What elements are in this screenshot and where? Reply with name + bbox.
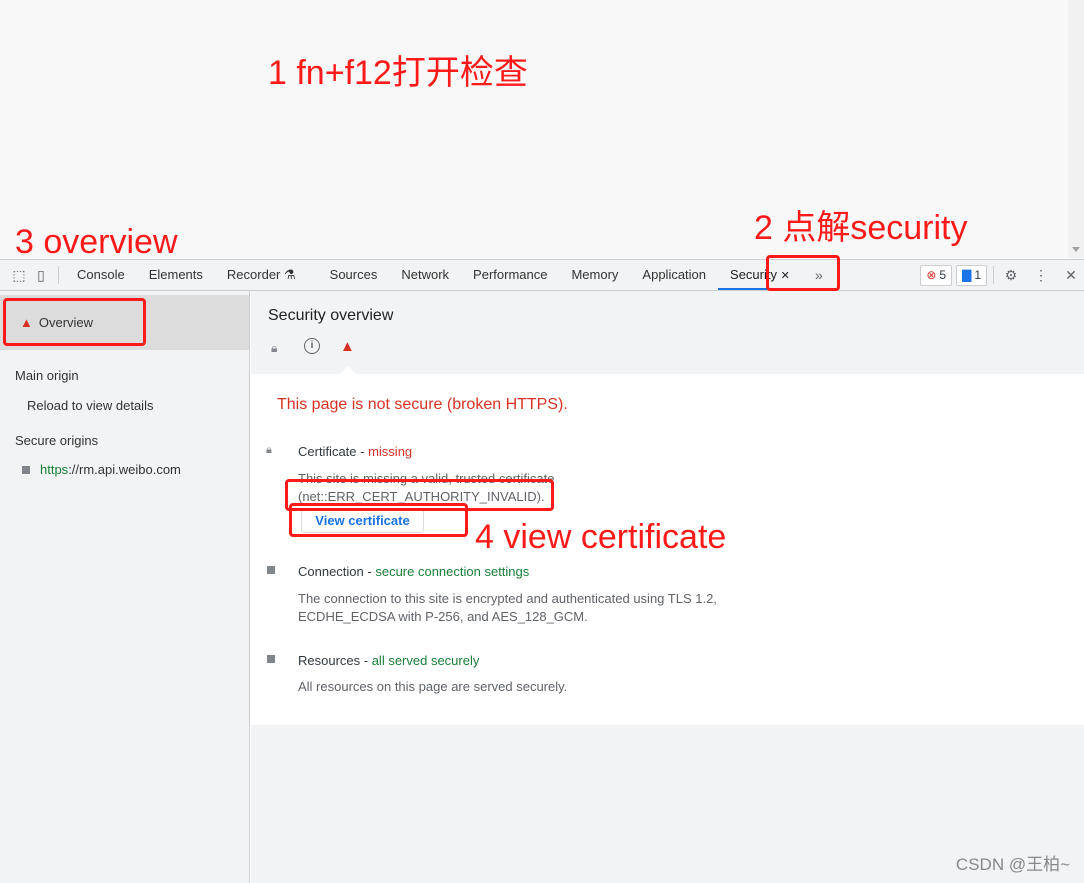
connection-heading: Connection - secure connection settings — [298, 564, 529, 579]
annotation-step1: 1 fn+f12打开检查 — [268, 54, 528, 92]
divider — [993, 266, 994, 284]
more-options-icon[interactable]: ⋮ — [1030, 264, 1052, 286]
warning-icon: ▲ — [340, 338, 355, 355]
lock-icon: 🔒︎ — [271, 341, 278, 355]
separator: - — [360, 653, 372, 668]
line: ECDHE_ECDSA with P-256, and AES_128_GCM. — [298, 609, 588, 624]
page-title: Security overview — [268, 307, 394, 324]
lock-icon: 🔒︎ — [266, 444, 272, 456]
annotation-step2: 2 点解security — [754, 209, 968, 247]
certificate-heading: Certificate - missing — [298, 444, 412, 459]
devtools-toolbar: ⬚ ▯ Console Elements Recorder ⚗ Sources … — [0, 259, 1084, 291]
scroll-down-arrow-icon[interactable] — [1072, 247, 1080, 252]
sidebar-item-reload[interactable]: Reload to view details — [27, 398, 153, 413]
info-icon: i — [304, 338, 320, 354]
divider — [58, 266, 59, 284]
device-toolbar-icon[interactable]: ▯ — [30, 264, 52, 286]
main-origin-heading: Main origin — [15, 368, 79, 383]
inspect-element-icon[interactable]: ⬚ — [8, 264, 30, 286]
errors-badge[interactable]: ⊗ 5 — [920, 264, 953, 286]
secure-square-icon — [22, 465, 30, 474]
separator: - — [356, 444, 369, 459]
certificate-status: missing — [368, 444, 413, 459]
secure-square-icon — [267, 655, 275, 663]
watermark: CSDN @王柏~ — [955, 855, 1070, 874]
tab-sources[interactable]: Sources — [318, 260, 390, 290]
tab-performance[interactable]: Performance — [461, 260, 559, 290]
secure-origins-heading: Secure origins — [15, 433, 99, 448]
security-overview-header: Security overview 🔒︎ i ▲ — [251, 291, 1084, 374]
highlight-box-overview — [3, 298, 146, 346]
origin-scheme: https — [40, 462, 69, 477]
resources-heading: Resources - all served securely — [298, 653, 479, 668]
selection-pointer — [340, 366, 356, 374]
gear-icon[interactable]: ⚙ — [1000, 264, 1022, 286]
connection-description: The connection to this site is encrypted… — [298, 590, 717, 626]
tab-console[interactable]: Console — [65, 260, 137, 290]
label: Certificate — [298, 444, 357, 459]
sidebar-item-origin[interactable]: https://rm.api.weibo.com — [22, 462, 181, 477]
line: The connection to this site is encrypted… — [298, 591, 717, 606]
tab-network[interactable]: Network — [389, 260, 461, 290]
page-scrollbar[interactable] — [1068, 0, 1084, 258]
secure-square-icon — [267, 566, 275, 574]
highlight-box-view-certificate — [289, 503, 468, 537]
resources-description: All resources on this page are served se… — [298, 679, 568, 694]
separator: - — [363, 564, 376, 579]
connection-status: secure connection settings — [375, 564, 530, 579]
summary-text: This page is not secure (broken HTTPS). — [277, 396, 568, 413]
errors-count: 5 — [939, 268, 947, 282]
origin-url: https://rm.api.weibo.com — [40, 462, 181, 477]
close-devtools-icon[interactable]: ✕ — [1060, 264, 1082, 286]
message-icon: ▇ — [962, 268, 972, 282]
tab-memory[interactable]: Memory — [559, 260, 630, 290]
origin-host: ://rm.api.weibo.com — [68, 462, 181, 477]
label: Connection — [298, 564, 364, 579]
annotation-step4: 4 view certificate — [475, 518, 727, 556]
label: Resources — [298, 653, 361, 668]
highlight-box-security-tab — [766, 255, 840, 291]
flask-icon: ⚗ — [284, 267, 296, 282]
tab-label: Recorder — [226, 267, 281, 282]
tab-elements[interactable]: Elements — [137, 260, 215, 290]
tab-recorder[interactable]: Recorder ⚗ — [215, 260, 308, 290]
resources-status: all served securely — [371, 653, 480, 668]
annotation-step3: 3 overview — [15, 223, 178, 261]
messages-badge[interactable]: ▇ 1 — [956, 264, 987, 286]
security-sidebar: ▲ Overview Main origin Reload to view de… — [0, 291, 250, 883]
error-icon: ⊗ — [926, 268, 937, 282]
tab-application[interactable]: Application — [630, 260, 718, 290]
messages-count: 1 — [974, 268, 981, 282]
